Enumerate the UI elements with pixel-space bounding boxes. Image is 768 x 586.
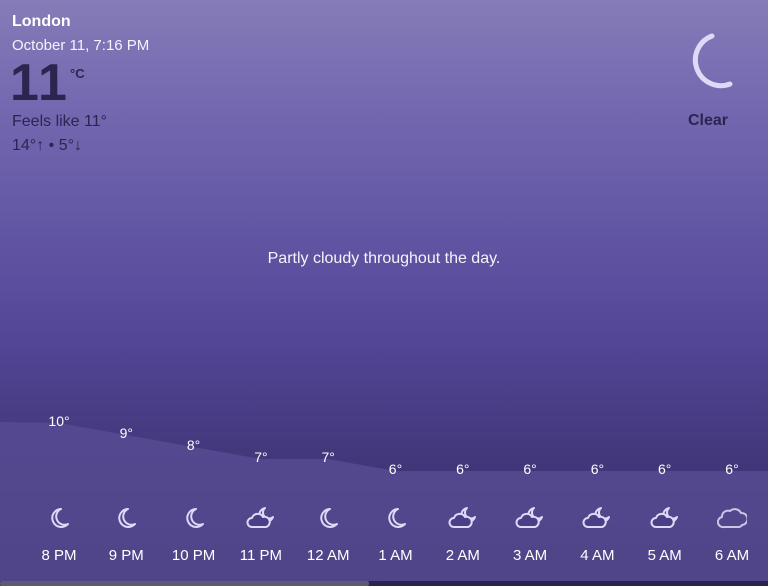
hourly-time: 4 AM — [580, 547, 615, 564]
moon-cloud-icon — [448, 507, 476, 528]
hourly-temperature: 7° — [321, 449, 335, 465]
weather-app: London October 11, 7:16 PM 11 °C Feels l… — [0, 0, 768, 586]
temperature-unit: °C — [70, 66, 85, 81]
hourly-scrollbar[interactable] — [0, 581, 768, 586]
hourly-temperature: 6° — [657, 461, 672, 477]
hourly-temperature: 6° — [388, 461, 403, 477]
hourly-time: 9 PM — [108, 547, 144, 564]
hourly-temperature: 7° — [254, 449, 268, 465]
crescent-moon-icon — [320, 508, 339, 528]
moon-cloud-icon — [515, 507, 544, 528]
hourly-temperature: 9° — [119, 425, 133, 441]
current-datetime: October 11, 7:16 PM — [12, 37, 150, 54]
hourly-temperature: 6° — [590, 461, 605, 477]
current-temperature: 11 — [10, 54, 69, 112]
hourly-time: 6 AM — [714, 547, 750, 564]
crescent-moon-icon — [118, 508, 137, 528]
hourly-time: 12 AM — [306, 547, 350, 564]
condition-label: Clear — [687, 112, 729, 129]
high-low-temperature: 14°↑ • 5°↓ — [12, 137, 82, 154]
hourly-time: 11 PM — [239, 547, 283, 564]
hourly-time: 10 PM — [171, 547, 216, 564]
moon-cloud-icon — [582, 507, 611, 528]
scrollbar-thumb[interactable] — [0, 581, 369, 586]
temperature-trend-area — [0, 422, 768, 586]
moon-cloud-icon — [650, 507, 678, 528]
crescent-moon-icon — [387, 508, 406, 528]
location-name: London — [12, 13, 71, 30]
hourly-temperature: 6° — [456, 461, 470, 477]
crescent-moon-icon — [51, 508, 69, 528]
hourly-temperature: 8° — [186, 437, 201, 453]
crescent-moon-icon — [692, 33, 733, 89]
moon-cloud-icon — [246, 507, 274, 528]
feels-like: Feels like 11° — [12, 113, 108, 130]
hourly-temperature: 6° — [725, 461, 739, 477]
hourly-temperature: 10° — [48, 413, 70, 429]
hourly-time: 1 AM — [378, 547, 413, 564]
crescent-moon-icon — [185, 508, 204, 528]
hourly-time: 3 AM — [513, 547, 548, 564]
hourly-time: 2 AM — [445, 547, 480, 564]
hourly-temperature: 6° — [523, 461, 537, 477]
daily-summary: Partly cloudy throughout the day. — [267, 250, 501, 267]
hourly-time: 8 PM — [41, 547, 77, 564]
cloud-icon — [717, 508, 747, 529]
hourly-time: 5 AM — [647, 547, 682, 564]
